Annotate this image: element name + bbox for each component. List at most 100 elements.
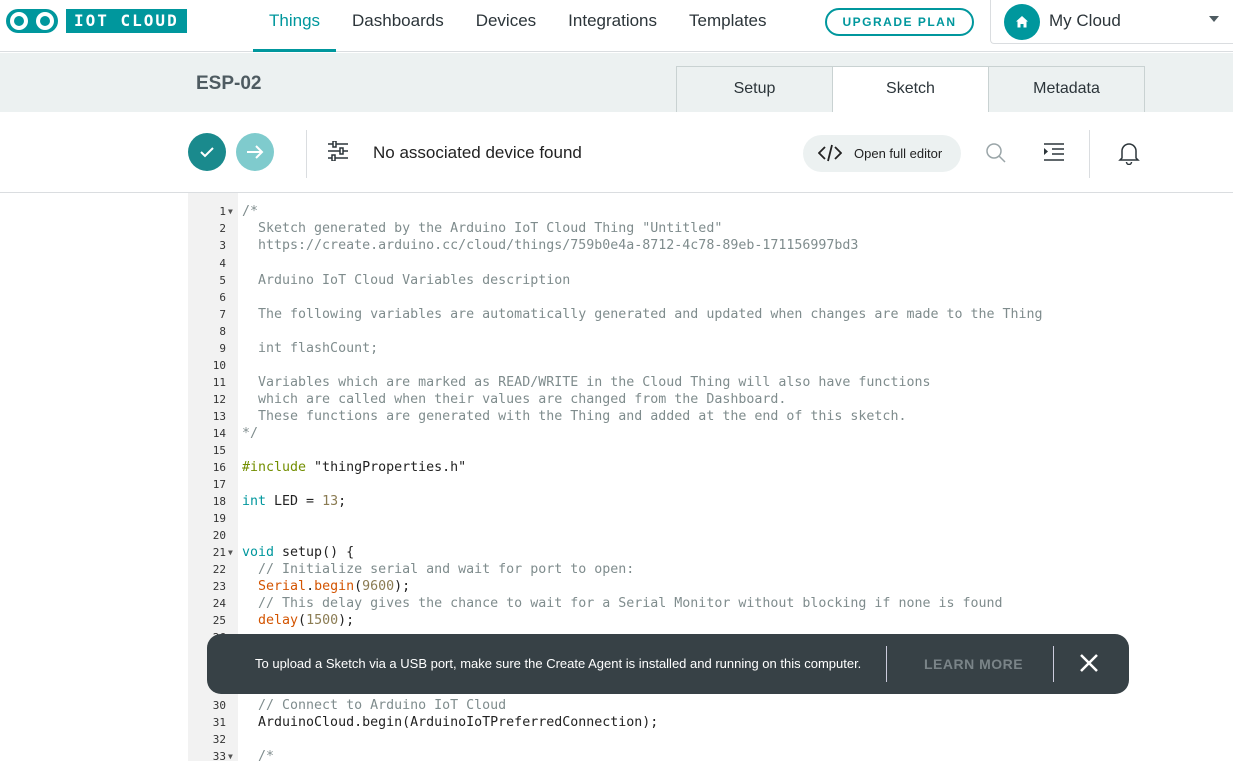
upgrade-plan-button[interactable]: UPGRADE PLAN <box>825 8 974 36</box>
open-full-editor-button[interactable]: Open full editor <box>803 135 961 172</box>
code-line: 10 <box>188 357 1233 374</box>
main-nav: Things Dashboards Devices Integrations T… <box>253 0 783 52</box>
code-text: which are called when their values are c… <box>242 392 787 407</box>
tab-metadata[interactable]: Metadata <box>988 66 1145 113</box>
code-line: 2 Sketch generated by the Arduino IoT Cl… <box>188 220 1233 237</box>
code-line: 21 ▼ void setup() { <box>188 544 1233 561</box>
nav-dashboards[interactable]: Dashboards <box>336 0 460 52</box>
check-icon <box>200 147 214 158</box>
arduino-logo-icon <box>6 9 58 33</box>
line-number: 16 <box>212 461 226 474</box>
code-line: 30 // Connect to Arduino IoT Cloud <box>188 697 1233 714</box>
line-number: 17 <box>212 478 226 491</box>
code-text: void setup() { <box>242 545 355 560</box>
toast-divider <box>1053 646 1054 682</box>
line-number: 18 <box>212 495 226 508</box>
line-number: 6 <box>219 291 226 304</box>
code-text: int LED = 13; <box>242 494 347 509</box>
close-icon[interactable] <box>1079 653 1099 678</box>
line-number: 14 <box>212 427 226 440</box>
code-text: Arduino IoT Cloud Variables description <box>242 273 571 288</box>
code-line: 16 #include "thingProperties.h" <box>188 459 1233 476</box>
line-number: 11 <box>212 376 226 389</box>
code-text: /* <box>242 749 275 764</box>
line-number: 8 <box>219 325 226 338</box>
code-line: 12 which are called when their values ar… <box>188 391 1233 408</box>
line-number: 33 <box>212 750 226 763</box>
tab-sketch[interactable]: Sketch <box>832 66 989 113</box>
code-line: 24 // This delay gives the chance to wai… <box>188 595 1233 612</box>
line-number: 15 <box>212 444 226 457</box>
code-text: // Connect to Arduino IoT Cloud <box>242 698 507 713</box>
line-number: 4 <box>219 257 226 270</box>
line-number: 10 <box>212 359 226 372</box>
line-number: 22 <box>212 563 226 576</box>
upload-info-toast: To upload a Sketch via a USB port, make … <box>207 634 1129 694</box>
upload-button[interactable] <box>236 133 274 171</box>
arduino-iot-cloud-logo[interactable]: IOT CLOUD <box>6 9 187 33</box>
nav-things[interactable]: Things <box>253 0 337 52</box>
search-icon[interactable] <box>985 142 1007 169</box>
line-number: 20 <box>212 529 226 542</box>
line-number: 13 <box>212 410 226 423</box>
code-line: 3 https://create.arduino.cc/cloud/things… <box>188 237 1233 254</box>
code-line: 15 <box>188 442 1233 459</box>
code-line: 14 */ <box>188 425 1233 442</box>
toolbar-divider <box>306 130 307 178</box>
code-line: 18 int LED = 13; <box>188 493 1233 510</box>
account-switcher[interactable]: My Cloud <box>990 0 1233 44</box>
line-number: 25 <box>212 614 226 627</box>
toolbar-divider <box>1089 130 1090 178</box>
arrow-right-icon <box>247 145 264 159</box>
line-number: 24 <box>212 597 226 610</box>
home-icon <box>1004 4 1040 40</box>
code-text: Serial.begin(9600); <box>258 579 411 594</box>
code-text: delay(1500); <box>258 613 355 628</box>
indent-icon[interactable] <box>1043 143 1065 166</box>
tab-setup[interactable]: Setup <box>676 66 833 113</box>
fold-toggle-icon[interactable]: ▼ <box>228 748 233 765</box>
code-text: #include "thingProperties.h" <box>242 460 467 475</box>
code-text: // This delay gives the chance to wait f… <box>242 596 1003 611</box>
nav-templates[interactable]: Templates <box>673 0 782 52</box>
device-settings-icon[interactable] <box>327 140 349 166</box>
code-line: 17 <box>188 476 1233 493</box>
code-icon <box>818 144 842 162</box>
code-text: // Initialize serial and wait for port t… <box>242 562 635 577</box>
verify-button[interactable] <box>188 133 226 171</box>
code-line: 25 delay(1500); <box>188 612 1233 629</box>
code-line: 32 <box>188 731 1233 748</box>
code-line: 33 ▼ /* <box>188 748 1233 765</box>
chevron-down-icon <box>1209 16 1219 22</box>
code-text: https://create.arduino.cc/cloud/things/7… <box>242 238 859 253</box>
open-full-editor-label: Open full editor <box>854 146 943 161</box>
thing-name: ESP-02 <box>196 73 262 94</box>
line-number: 3 <box>219 239 226 252</box>
line-number: 30 <box>212 699 226 712</box>
line-number: 9 <box>219 342 226 355</box>
code-line: 4 <box>188 255 1233 272</box>
code-text: ArduinoCloud.begin(ArduinoIoTPreferredCo… <box>242 715 659 730</box>
toast-message: To upload a Sketch via a USB port, make … <box>255 656 862 671</box>
bell-icon[interactable] <box>1118 141 1140 170</box>
fold-toggle-icon[interactable]: ▼ <box>228 203 233 220</box>
code-line: 11 Variables which are marked as READ/WR… <box>188 374 1233 391</box>
code-line: 23 Serial.begin(9600); <box>188 578 1233 595</box>
code-line: 31 ArduinoCloud.begin(ArduinoIoTPreferre… <box>188 714 1233 731</box>
code-line: 19 <box>188 510 1233 527</box>
code-text: /* <box>242 204 259 219</box>
line-number: 23 <box>212 580 226 593</box>
account-label: My Cloud <box>1049 11 1121 30</box>
line-number: 12 <box>212 393 226 406</box>
thing-tabs: Setup Sketch Metadata <box>676 66 1145 113</box>
fold-toggle-icon[interactable]: ▼ <box>228 544 233 561</box>
code-line: 20 <box>188 527 1233 544</box>
code-line: 1 ▼ /* <box>188 203 1233 220</box>
code-line: 13 These functions are generated with th… <box>188 408 1233 425</box>
nav-devices[interactable]: Devices <box>460 0 552 52</box>
code-line: 9 int flashCount; <box>188 340 1233 357</box>
nav-integrations[interactable]: Integrations <box>552 0 673 52</box>
learn-more-button[interactable]: LEARN MORE <box>924 656 1023 672</box>
top-nav: IOT CLOUD Things Dashboards Devices Inte… <box>0 0 1233 52</box>
line-number: 1 <box>219 205 226 218</box>
